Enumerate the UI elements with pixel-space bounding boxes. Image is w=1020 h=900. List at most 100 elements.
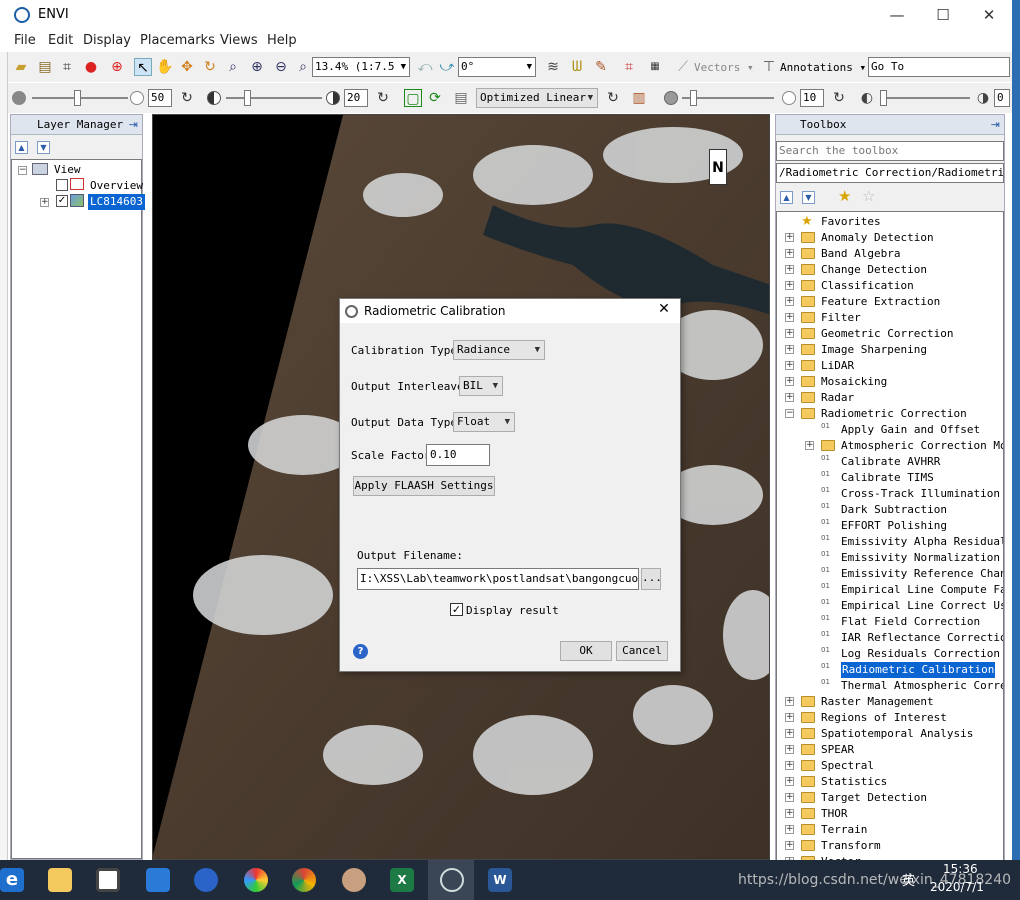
menu-display[interactable]: Display <box>83 33 131 48</box>
word-icon[interactable]: W <box>488 868 512 892</box>
sharpen-input[interactable]: 0 <box>994 89 1010 107</box>
expand-icon[interactable]: + <box>785 361 794 370</box>
tree-item-geometric-correction[interactable]: Geometric Correction <box>821 326 953 342</box>
open-icon[interactable]: ▰ <box>12 58 30 76</box>
tree-item-lidar[interactable]: LiDAR <box>821 358 854 374</box>
expand-icon[interactable]: + <box>785 265 794 274</box>
annotations-dropdown[interactable]: Annotations ▾ <box>780 61 866 74</box>
expand-icon[interactable]: + <box>785 729 794 738</box>
expand-icon[interactable]: + <box>785 393 794 402</box>
rotation-combo[interactable]: 0° ▼ <box>458 57 536 77</box>
menu-help[interactable]: Help <box>267 33 297 48</box>
expand-icon[interactable]: + <box>785 793 794 802</box>
expand-icon[interactable]: + <box>785 825 794 834</box>
reset-contrast-icon[interactable]: ↻ <box>374 89 392 107</box>
tree-item-effort-polishing[interactable]: EFFORT Polishing <box>841 518 947 534</box>
tree-item-band-algebra[interactable]: Band Algebra <box>821 246 900 262</box>
brightness-slider-thumb[interactable] <box>74 90 81 106</box>
tree-item-calibrate-avhrr[interactable]: Calibrate AVHRR <box>841 454 940 470</box>
expand-icon[interactable]: + <box>785 329 794 338</box>
add-favorite-icon[interactable]: ★ <box>838 187 851 205</box>
rotate-right-icon[interactable]: ⤻ <box>438 58 456 76</box>
tree-item-dark-subtraction[interactable]: Dark Subtraction <box>841 502 947 518</box>
tree-item-change-detection[interactable]: Change Detection <box>821 262 927 278</box>
calibration-type-select[interactable]: Radiance ▼ <box>453 340 545 360</box>
toolbox-search-input[interactable]: Search the toolbox <box>776 141 1004 161</box>
tree-item-radar[interactable]: Radar <box>821 390 854 406</box>
refresh-green-icon[interactable]: ⟳ <box>426 89 444 107</box>
tree-item-spectral[interactable]: Spectral <box>821 758 874 774</box>
remove-favorite-icon[interactable]: ☆ <box>862 187 875 205</box>
portal-icon[interactable]: ✎ <box>592 58 610 76</box>
menu-placemarks[interactable]: Placemarks <box>140 33 215 48</box>
ok-button[interactable]: OK <box>560 641 612 661</box>
expand-icon[interactable]: + <box>785 697 794 706</box>
dialog-close-button[interactable]: ✕ <box>652 301 676 321</box>
sogou-icon[interactable] <box>194 868 218 892</box>
tree-item-flat-field-correction[interactable]: Flat Field Correction <box>841 614 980 630</box>
select-icon[interactable]: ↖ <box>134 58 152 76</box>
expand-icon[interactable]: + <box>805 441 814 450</box>
data-type-select[interactable]: Float ▼ <box>453 412 515 432</box>
expand-icon[interactable]: − <box>785 409 794 418</box>
collapse-up-icon[interactable]: ▲ <box>15 141 28 154</box>
fly-icon[interactable]: ✥ <box>178 58 196 76</box>
tree-item-atmospheric-correction-modul[interactable]: Atmospheric Correction Modul <box>841 438 1003 454</box>
tree-item-empirical-line-correct-using[interactable]: Empirical Line Correct Using <box>841 598 1003 614</box>
tree-item-feature-extraction[interactable]: Feature Extraction <box>821 294 940 310</box>
file-explorer-icon[interactable] <box>48 868 72 892</box>
refresh-icon[interactable]: ↻ <box>604 89 622 107</box>
output-filename-input[interactable]: I:\XSS\Lab\teamwork\postlandsat\bangongc… <box>357 568 639 590</box>
expand-icon[interactable]: + <box>785 377 794 386</box>
histogram-icon[interactable]: ▥ <box>630 89 648 107</box>
expand-icon[interactable]: + <box>785 313 794 322</box>
zoom-combo[interactable]: 13.4% (1:7.5 ▼ <box>312 57 410 77</box>
flicker-icon[interactable]: ᗯ <box>568 58 586 76</box>
transparency-slider-thumb[interactable] <box>690 90 697 106</box>
tree-item-transform[interactable]: Transform <box>821 838 881 854</box>
data-manager-icon[interactable]: ▤ <box>36 58 54 76</box>
expand-icon[interactable]: + <box>785 345 794 354</box>
tree-item-emissivity-reference-channel[interactable]: Emissivity Reference Channel <box>841 566 1003 582</box>
expand-icon[interactable]: + <box>785 297 794 306</box>
fit-view-icon[interactable]: ▢ <box>404 89 422 107</box>
help-icon[interactable]: ? <box>353 644 368 659</box>
tree-item-favorites[interactable]: Favorites <box>821 214 881 230</box>
collapse-down-icon[interactable]: ▼ <box>37 141 50 154</box>
envi-taskbar-icon[interactable] <box>440 868 464 892</box>
reset-brightness-icon[interactable]: ↻ <box>178 89 196 107</box>
tree-item-target-detection[interactable]: Target Detection <box>821 790 927 806</box>
tree-item-thermal-atmospheric-correcti[interactable]: Thermal Atmospheric Correcti <box>841 678 1003 694</box>
reset-transparency-icon[interactable]: ↻ <box>830 89 848 107</box>
close-button[interactable]: ✕ <box>966 0 1012 30</box>
tree-item-iar-reflectance-correction[interactable]: IAR Reflectance Correction <box>841 630 1003 646</box>
chrome-icon[interactable] <box>292 868 316 892</box>
contrast-input[interactable]: 20 <box>344 89 368 107</box>
stretch-combo[interactable]: Optimized Linear ▼ <box>476 88 598 108</box>
clock-date[interactable]: 2020/7/1 <box>930 880 984 894</box>
layer-checkbox[interactable]: ✓ <box>56 195 68 207</box>
contrast-slider-track[interactable] <box>226 97 322 99</box>
cancel-button[interactable]: Cancel <box>616 641 668 661</box>
expand-icon[interactable]: + <box>785 233 794 242</box>
tree-item-mosaicking[interactable]: Mosaicking <box>821 374 887 390</box>
maximize-button[interactable]: ☐ <box>920 0 966 30</box>
menu-views[interactable]: Views <box>220 33 258 48</box>
swipe-icon[interactable]: ≋ <box>544 58 562 76</box>
minimize-button[interactable]: — <box>874 0 920 30</box>
apply-flaash-button[interactable]: Apply FLAASH Settings <box>353 476 495 496</box>
store-icon[interactable] <box>96 868 120 892</box>
expand-icon[interactable]: + <box>785 761 794 770</box>
zoom-fit-icon[interactable]: ⌕ <box>294 58 312 76</box>
sharpen-icon[interactable]: ◐ <box>858 89 876 107</box>
expand-icon[interactable]: + <box>785 777 794 786</box>
tree-item-radiometric-correction[interactable]: Radiometric Correction <box>821 406 967 422</box>
expand-view-icon[interactable]: − <box>18 166 27 175</box>
cursor-value-icon[interactable]: ⊕ <box>108 58 126 76</box>
roi-icon[interactable]: ⌗ <box>620 58 638 76</box>
data-icon[interactable]: ▦ <box>646 58 664 76</box>
tree-item-apply-gain-and-offset[interactable]: Apply Gain and Offset <box>841 422 980 438</box>
clock-time[interactable]: 15:36 <box>943 862 978 876</box>
vectors-dropdown[interactable]: Vectors ▾ <box>694 61 754 74</box>
browse-button[interactable]: ... <box>641 568 662 590</box>
